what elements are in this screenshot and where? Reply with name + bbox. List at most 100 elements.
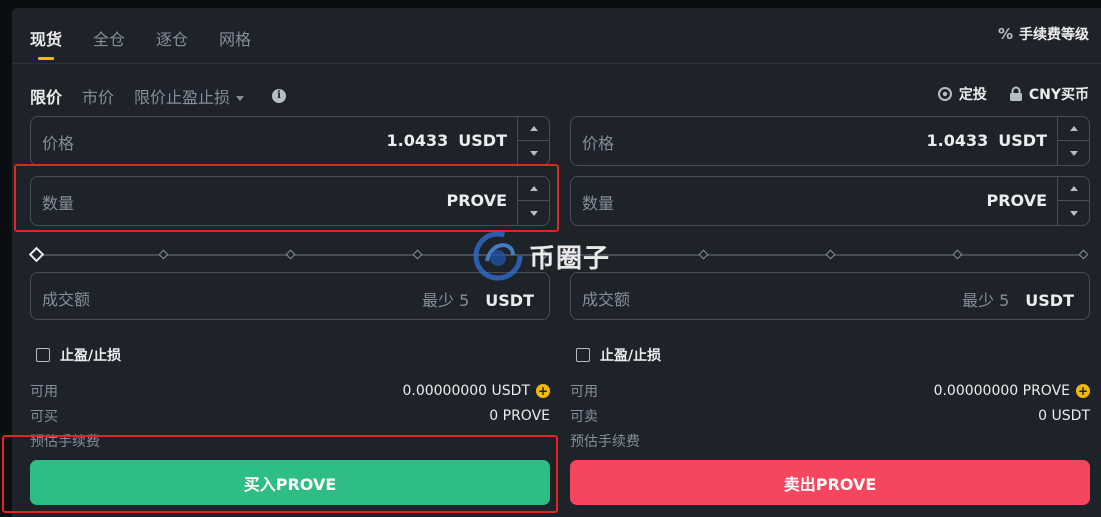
buy-price-value: 1.0433 USDT xyxy=(387,131,507,150)
slider-node-75[interactable] xyxy=(952,249,963,260)
buy-price-increment[interactable] xyxy=(518,117,549,141)
buy-price-decrement[interactable] xyxy=(518,141,549,165)
sell-percent-slider[interactable] xyxy=(570,248,1090,262)
triangle-down-icon xyxy=(529,150,538,156)
slider-node-25[interactable] xyxy=(158,249,169,260)
auto-invest-label: 定投 xyxy=(958,87,987,103)
buy-tpsl-checkbox[interactable] xyxy=(36,348,50,362)
sell-total-value: 最少 5 USDT xyxy=(962,287,1074,311)
buy-tpsl-toggle[interactable]: 止盈/止损 xyxy=(36,345,121,365)
sell-total-unit: USDT xyxy=(1025,291,1074,310)
order-type-market[interactable]: 市价 xyxy=(82,84,114,108)
sell-tpsl-checkbox[interactable] xyxy=(576,348,590,362)
order-type-tabs: 限价 市价 限价止盈止损 i xyxy=(30,84,287,108)
sell-total-min: 最少 5 xyxy=(962,291,1010,310)
buy-price-field[interactable]: 价格 1.0433 USDT xyxy=(30,116,550,166)
caret-down-icon xyxy=(236,96,245,101)
sell-total-field[interactable]: 成交额 最少 5 USDT xyxy=(570,272,1090,320)
buy-total-min: 最少 5 xyxy=(422,291,470,310)
sell-tpsl-toggle[interactable]: 止盈/止损 xyxy=(576,345,661,365)
sell-price-unit: USDT xyxy=(998,131,1047,150)
sell-total-label: 成交额 xyxy=(582,290,631,309)
buy-quantity-decrement[interactable] xyxy=(518,201,549,225)
header-divider xyxy=(12,63,1101,64)
buy-percent-slider[interactable] xyxy=(28,246,550,263)
sell-tpsl-label: 止盈/止损 xyxy=(600,348,662,364)
buy-available-value: 0.00000000 USDT + xyxy=(402,383,550,399)
buy-total-field[interactable]: 成交额 最少 5 USDT xyxy=(30,272,550,320)
sell-price-number: 1.0433 xyxy=(926,131,989,150)
sell-price-field[interactable]: 价格 1.0433 USDT xyxy=(570,116,1090,166)
triangle-down-icon xyxy=(1069,150,1078,156)
tab-spot[interactable]: 现货 xyxy=(30,26,62,60)
buy-button[interactable]: 买入PROVE xyxy=(30,460,550,505)
sell-max-label: 可卖 xyxy=(570,408,598,425)
buy-total-value: 最少 5 USDT xyxy=(422,287,534,311)
percent-icon: % xyxy=(997,25,1013,43)
sell-quantity-decrement[interactable] xyxy=(1058,201,1089,225)
sell-fee-label: 预估手续费 xyxy=(570,433,640,450)
slider-node-50[interactable] xyxy=(285,249,296,260)
watermark-text: 币圈子 xyxy=(529,243,611,274)
slider-node-50[interactable] xyxy=(825,249,836,260)
add-funds-icon[interactable]: + xyxy=(536,383,550,398)
sell-quantity-increment[interactable] xyxy=(1058,177,1089,201)
buy-max-value: 0 PROVE xyxy=(489,407,550,424)
slider-node-100[interactable] xyxy=(1078,249,1089,260)
order-type-stop-limit[interactable]: 限价止盈止损 xyxy=(134,84,245,108)
triangle-up-icon xyxy=(529,126,538,131)
buy-price-stepper xyxy=(517,117,549,165)
sell-available-value: 0.00000000 PROVE + xyxy=(934,383,1090,399)
sell-price-stepper xyxy=(1057,117,1089,165)
fee-level-link[interactable]: % 手续费等级 xyxy=(998,24,1089,44)
buy-quantity-field[interactable]: 数量 PROVE xyxy=(30,176,550,226)
triangle-up-icon xyxy=(1069,186,1078,191)
sell-available-amount: 0.00000000 PROVE xyxy=(933,382,1070,399)
sell-max-value: 0 USDT xyxy=(1038,407,1090,424)
fee-level-label: 手续费等级 xyxy=(1019,27,1089,43)
buy-total-label: 成交额 xyxy=(42,290,91,309)
sell-button[interactable]: 卖出PROVE xyxy=(570,460,1090,505)
sell-available-row: 可用 0.00000000 PROVE + xyxy=(570,378,1090,403)
slider-node-25[interactable] xyxy=(698,249,709,260)
tab-grid[interactable]: 网格 xyxy=(219,26,251,60)
triangle-down-icon xyxy=(1069,210,1078,216)
tab-cross-margin[interactable]: 全仓 xyxy=(93,26,125,60)
trade-mode-tabs: 现货 全仓 逐仓 网格 xyxy=(30,26,251,60)
slider-node-75[interactable] xyxy=(412,249,423,260)
lock-icon xyxy=(1009,86,1022,101)
right-links: 定投 CNY买币 xyxy=(937,84,1089,104)
auto-invest-link[interactable]: 定投 xyxy=(937,84,987,104)
triangle-up-icon xyxy=(1069,126,1078,131)
buy-crypto-label: CNY买币 xyxy=(1028,87,1089,103)
buy-price-number: 1.0433 xyxy=(386,131,449,150)
sell-price-value: 1.0433 USDT xyxy=(927,131,1047,150)
sell-price-label: 价格 xyxy=(582,134,615,153)
sell-available-label: 可用 xyxy=(570,383,598,400)
sell-max-row: 可卖 0 USDT xyxy=(570,403,1090,428)
sell-price-decrement[interactable] xyxy=(1058,141,1089,165)
order-type-limit[interactable]: 限价 xyxy=(30,84,62,108)
sell-quantity-stepper xyxy=(1057,177,1089,225)
buy-available-amount: 0.00000000 USDT xyxy=(402,382,530,399)
buy-max-label: 可买 xyxy=(30,408,58,425)
buy-quantity-stepper xyxy=(517,177,549,225)
slider-handle[interactable] xyxy=(28,246,45,263)
buy-info: 可用 0.00000000 USDT + 可买 0 PROVE 预估手续费 xyxy=(30,378,550,453)
triangle-down-icon xyxy=(529,210,538,216)
buy-price-label: 价格 xyxy=(42,134,75,153)
sell-info: 可用 0.00000000 PROVE + 可卖 0 USDT 预估手续费 xyxy=(570,378,1090,453)
order-type-stop-limit-label: 限价止盈止损 xyxy=(134,88,231,107)
watermark: 币圈子 xyxy=(473,231,610,281)
sell-column: 价格 1.0433 USDT 数量 PROVE 成交额 最少 5 USDT 止盈… xyxy=(570,116,1090,505)
buy-quantity-increment[interactable] xyxy=(518,177,549,201)
tab-isolated-margin[interactable]: 逐仓 xyxy=(156,26,188,60)
sell-price-increment[interactable] xyxy=(1058,117,1089,141)
watermark-logo-icon xyxy=(473,231,523,281)
buy-price-unit: USDT xyxy=(458,131,507,150)
buy-fee-row: 预估手续费 xyxy=(30,428,550,453)
info-icon[interactable]: i xyxy=(272,89,287,103)
sell-quantity-field[interactable]: 数量 PROVE xyxy=(570,176,1090,226)
add-funds-icon[interactable]: + xyxy=(1076,383,1090,398)
buy-crypto-link[interactable]: CNY买币 xyxy=(1009,84,1089,104)
